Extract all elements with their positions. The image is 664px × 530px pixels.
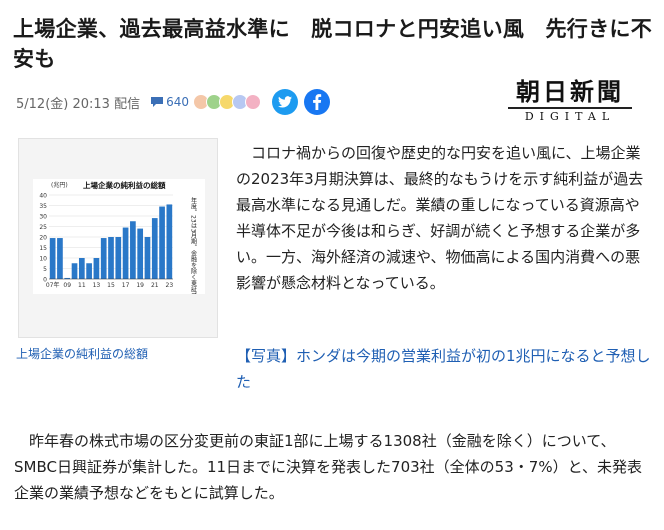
y-tick-label: 5 [43,266,47,273]
comment-link[interactable]: 640 [150,95,189,109]
bar-23 [166,204,173,279]
y-tick-label: 15 [39,245,47,252]
bar-07年 [49,238,56,279]
y-tick-label: 20 [39,235,47,242]
publisher-logo[interactable]: 朝日新聞 DIGITAL [500,78,640,123]
bar-22 [159,206,165,279]
net-profit-chart: 0510152025303540(兆円) 上場企業の純利益の総額07年 09 11 13… [39,180,197,400]
twitter-share-button[interactable] [271,89,298,115]
chart-note: 年度。23は3月期。金融を除く東証プライム上場企業。SMBC日興証券調べ [190,196,197,294]
bar-21 [151,218,158,279]
bar-15 [108,237,114,279]
chart-title: 上場企業の純利益の総額 [83,180,166,190]
y-tick-label: 25 [39,224,47,231]
photo-link[interactable]: 【写真】ホンダは今期の営業利益が初の1兆円になると予想した [236,343,652,395]
article-body: 昨年春の株式市場の区分変更前の東証1部に上場する1308社（金融を除く）について… [14,432,642,502]
x-tick-label: 11 [78,282,86,289]
reaction-avatars[interactable] [192,94,261,110]
x-tick-label: 19 [136,282,144,289]
bar-12 [86,263,92,279]
bar-08 [57,238,63,279]
bar-10 [71,263,78,279]
bar-17 [122,227,129,279]
facebook-icon [313,94,322,110]
y-tick-label: 40 [39,193,47,200]
bar-13 [93,258,100,279]
chart-image: 0 5 10 15 20 25 30 35 40 (兆円) 上場企業の純利益の総額 07年 09 11 13… [33,179,205,400]
x-tick-label: 17 [122,282,130,289]
bar-14 [100,238,107,279]
y-unit-label: (兆円) [51,181,68,189]
logo-rule [508,107,632,109]
facebook-share-button[interactable] [303,89,330,115]
x-tick-label: 21 [151,282,159,289]
bar-11 [78,258,85,279]
article-headline: 上場企業、過去最高益水準に 脱コロナと円安追い風 先行きに不安も [13,17,652,71]
x-tick-label: 15 [107,282,115,289]
publish-date: 5/12(金) 20:13 配信 [16,96,141,112]
article-meta: 5/12(金) 20:13 配信 640 [16,89,336,115]
bar-16 [115,237,122,279]
bar-19 [137,228,144,279]
x-tick-label: 13 [93,282,101,289]
y-tick-label: 30 [39,214,47,221]
article-figure[interactable]: 0 5 10 15 20 25 30 35 40 (兆円) 上場企業の純利益の総額 07年 09 11 13… [18,138,218,400]
twitter-icon [277,96,292,108]
figure-caption[interactable]: 上場企業の純利益の総額 [16,345,148,362]
comment-icon [151,97,164,107]
x-tick-label: 23 [166,282,174,289]
share-buttons [271,89,336,115]
publisher-name: 朝日新聞 [516,77,624,106]
avatar [244,94,261,110]
comment-count: 640 [166,95,189,109]
publisher-subname: DIGITAL [524,110,616,123]
bar-18 [130,221,136,279]
x-tick-label: 09 [63,282,71,289]
y-tick-label: 35 [39,203,47,210]
x-tick-label: 07年 [46,281,60,289]
y-tick-label: 10 [39,256,47,263]
article-lead: コロナ禍からの回復や歴史的な円安を追い風に、上場企業の2023年3月期決算は、最… [236,144,644,292]
bar-20 [144,237,151,279]
